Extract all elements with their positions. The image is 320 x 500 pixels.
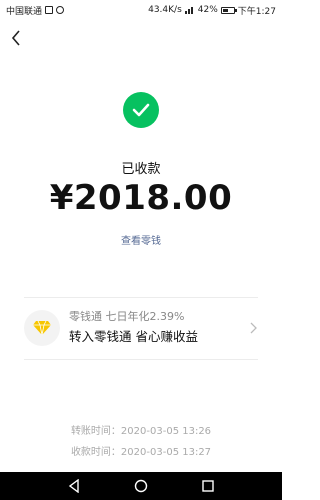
signal-icon (184, 7, 193, 14)
nav-home-button[interactable] (129, 474, 153, 498)
status-right: 43.4K/s 42% 下午1:27 (148, 4, 276, 17)
carrier-label: 中国联通 (6, 6, 43, 17)
nav-home-icon (134, 479, 148, 493)
payment-status-label: 已收款 (121, 162, 161, 177)
battery-percent: 42% (197, 5, 218, 15)
net-speed: 43.4K/s (148, 5, 182, 15)
receive-time: 收款时间：2020-03-05 13:27 (70, 447, 212, 458)
diamond-icon (33, 320, 51, 336)
promo-text: 零钱通 七日年化2.39% 转入零钱通 省心赚收益 (69, 309, 248, 347)
system-nav-bar (0, 472, 282, 500)
nav-back-button[interactable] (62, 474, 86, 498)
promo-subtitle: 转入零钱通 省心赚收益 (69, 329, 198, 344)
promo-title: 零钱通 七日年化2.39% (69, 310, 185, 323)
sim-card-icon (45, 6, 54, 14)
status-bar: 中国联通 43.4K/s 42% 下午1:27 (0, 0, 282, 20)
amount-value: ¥2018.00 (49, 178, 233, 218)
back-button[interactable] (6, 27, 26, 49)
check-circle-icon (123, 92, 159, 128)
status-left: 中国联通 (6, 4, 65, 17)
transfer-time: 转账时间：2020-03-05 13:26 (70, 426, 212, 437)
battery-icon (220, 6, 237, 14)
nav-recents-button[interactable] (196, 474, 220, 498)
chevron-right-icon (248, 321, 258, 335)
sync-icon (56, 6, 65, 14)
back-arrow-icon (11, 30, 20, 46)
checkmark-icon (132, 103, 150, 117)
nav-back-icon (68, 479, 79, 493)
lingqiantong-promo-card[interactable]: 零钱通 七日年化2.39% 转入零钱通 省心赚收益 (24, 298, 258, 358)
nav-recents-icon (202, 480, 215, 492)
view-change-link[interactable]: 查看零钱 (0, 232, 282, 247)
promo-icon-wrap (24, 310, 60, 346)
clock: 下午1:27 (237, 6, 276, 17)
divider-bottom (24, 359, 258, 360)
